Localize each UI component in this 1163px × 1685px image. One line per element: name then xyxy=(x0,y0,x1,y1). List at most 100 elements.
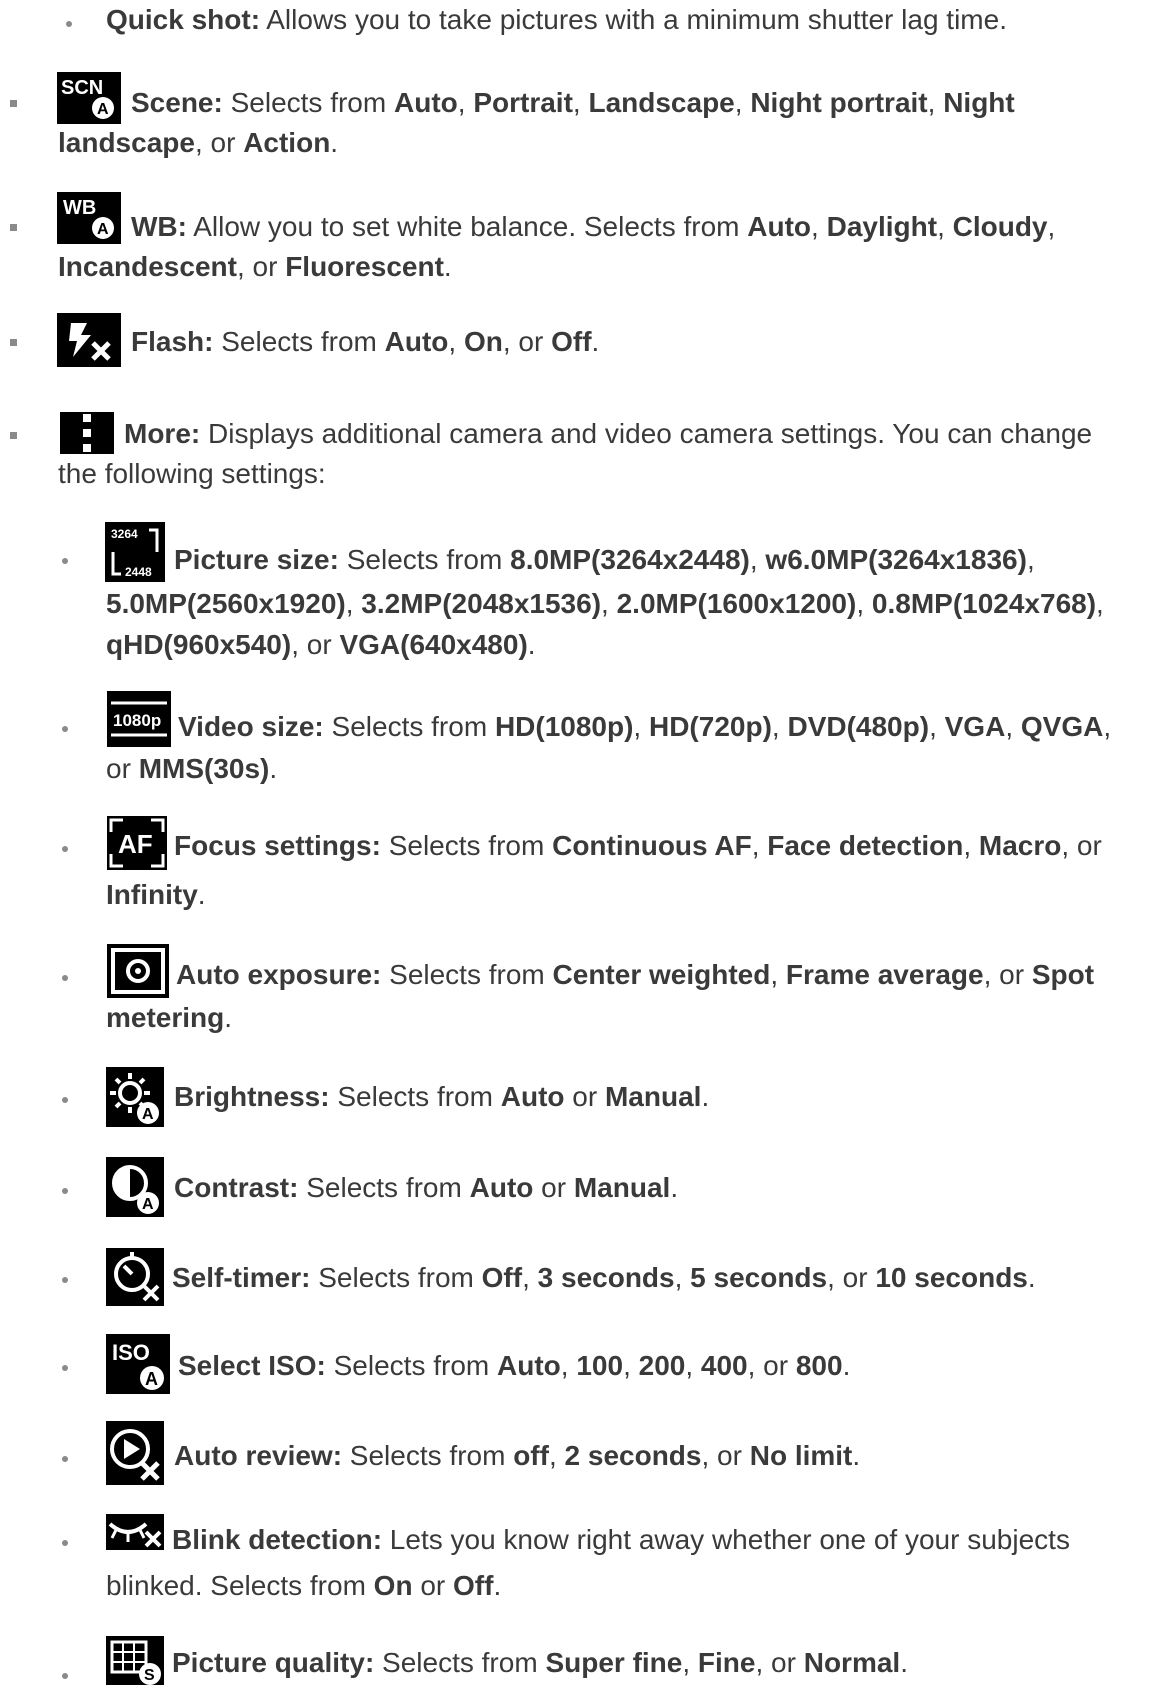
text: , xyxy=(811,211,827,242)
bold-text: 10 seconds xyxy=(875,1262,1028,1293)
picture-quality-icon: S xyxy=(106,1636,164,1685)
text: . xyxy=(224,1002,233,1033)
text: , xyxy=(674,1262,691,1293)
flash-line-1: Flash: Selects from Auto, On, or Off. xyxy=(131,322,599,362)
bold-text: Scene: xyxy=(131,87,223,118)
bold-text: 0.8MP(1024x768) xyxy=(871,588,1097,619)
text: , xyxy=(548,1440,565,1471)
bold-text: Night portrait xyxy=(750,87,928,118)
picture-size-line-3: qHD(960x540), or VGA(640x480). xyxy=(106,625,536,665)
text: , xyxy=(963,830,979,861)
bullet-dot xyxy=(62,846,68,852)
text: . xyxy=(701,1081,710,1112)
text: Selects from xyxy=(325,1350,498,1381)
text: . xyxy=(852,1440,861,1471)
focus-line-2: Infinity. xyxy=(106,875,206,915)
text: , xyxy=(623,1350,639,1381)
text: Selects from xyxy=(222,87,394,118)
bold-text: QVGA xyxy=(1020,711,1104,742)
text: , or xyxy=(747,1350,796,1381)
bold-text: 2 seconds xyxy=(564,1440,702,1471)
bullet-dot xyxy=(62,1365,68,1371)
bold-text: metering xyxy=(106,1002,225,1033)
bold-text: landscape xyxy=(58,127,195,158)
text: Allows you to take pictures with a minim… xyxy=(260,4,1007,35)
bold-text: Incandescent xyxy=(58,251,237,282)
text: or xyxy=(564,1081,605,1112)
bold-text: Auto xyxy=(747,211,812,242)
bold-text: 800 xyxy=(795,1350,843,1381)
bold-text: Auto xyxy=(394,87,458,118)
bold-text: Focus settings: xyxy=(174,830,381,861)
text: Lets you know right away whether one of … xyxy=(382,1524,1070,1555)
text: , xyxy=(345,588,362,619)
bold-text: qHD(960x540) xyxy=(106,629,292,660)
bold-text: Auto exposure: xyxy=(176,959,382,990)
auto-exposure-icon xyxy=(107,944,169,998)
text: , xyxy=(685,1350,701,1381)
svg-text:A: A xyxy=(145,1369,158,1389)
bold-text: Auto review: xyxy=(174,1440,343,1471)
text: the following settings: xyxy=(58,458,326,489)
text: , xyxy=(770,959,786,990)
text: Selects from xyxy=(298,1172,470,1203)
bold-text: No limit xyxy=(749,1440,853,1471)
text: Selects from xyxy=(338,544,511,575)
svg-text:A: A xyxy=(97,221,109,238)
bold-text: Portrait xyxy=(473,87,573,118)
blink-detection-icon xyxy=(106,1514,164,1550)
text: , xyxy=(1047,211,1056,242)
video-size-line-1: Video size: Selects from HD(1080p), HD(7… xyxy=(178,707,1111,747)
text: . xyxy=(527,629,536,660)
text: Selects from xyxy=(310,1262,482,1293)
bold-text: Off xyxy=(551,326,592,357)
svg-text:A: A xyxy=(97,101,109,118)
bold-text: 2.0MP(1600x1200) xyxy=(616,588,857,619)
text: Selects from xyxy=(329,1081,501,1112)
text: , xyxy=(929,711,945,742)
white-balance-icon: WB A xyxy=(57,192,121,244)
bold-text: Face detection xyxy=(767,830,964,861)
text: , xyxy=(856,588,872,619)
picture-size-line-1: Picture size: Selects from 8.0MP(3264x24… xyxy=(174,540,1035,580)
text: Selects from xyxy=(381,959,553,990)
text: , or xyxy=(983,959,1032,990)
text: , xyxy=(749,544,766,575)
auto-review-icon xyxy=(106,1421,164,1485)
bold-text: Night xyxy=(943,87,1015,118)
bullet-dot xyxy=(62,1097,68,1103)
bold-text: Frame average xyxy=(785,959,984,990)
bold-text: On xyxy=(463,326,503,357)
text: , or xyxy=(291,629,340,660)
exposure-line-2: metering. xyxy=(106,998,232,1038)
bold-text: Macro xyxy=(978,830,1062,861)
bold-text: Picture quality: xyxy=(172,1647,375,1678)
svg-text:2448: 2448 xyxy=(125,565,152,579)
video-size-icon: 1080p xyxy=(107,691,171,747)
svg-text:AF: AF xyxy=(118,829,153,859)
text: Allow you to set white balance. Selects … xyxy=(186,211,748,242)
text: . xyxy=(591,326,600,357)
bullet-dot xyxy=(62,1540,68,1546)
text: , xyxy=(560,1350,577,1381)
text: . xyxy=(330,127,339,158)
bold-text: On xyxy=(373,1570,413,1601)
bold-text: MMS(30s) xyxy=(138,753,270,784)
bold-text: Normal xyxy=(803,1647,901,1678)
bold-text: 3.2MP(2048x1536) xyxy=(361,588,602,619)
bold-text: Auto xyxy=(384,326,449,357)
more-line-1: More: Displays additional camera and vid… xyxy=(124,414,1092,454)
bullet-dot xyxy=(62,1456,68,1462)
contrast-icon: A xyxy=(106,1157,164,1217)
bold-text: HD(1080p) xyxy=(494,711,634,742)
iso-line-1: Select ISO: Selects from Auto, 100, 200,… xyxy=(178,1346,850,1386)
bold-text: Video size: xyxy=(178,711,324,742)
text: Selects from xyxy=(213,326,385,357)
self-timer-line-1: Self-timer: Selects from Off, 3 seconds,… xyxy=(172,1258,1036,1298)
bold-text: Picture size: xyxy=(174,544,339,575)
iso-icon: ISO A xyxy=(106,1334,170,1394)
more-line-2: the following settings: xyxy=(58,454,326,494)
bullet-square xyxy=(10,100,17,107)
bold-text: Daylight xyxy=(826,211,938,242)
bold-text: Brightness: xyxy=(174,1081,330,1112)
